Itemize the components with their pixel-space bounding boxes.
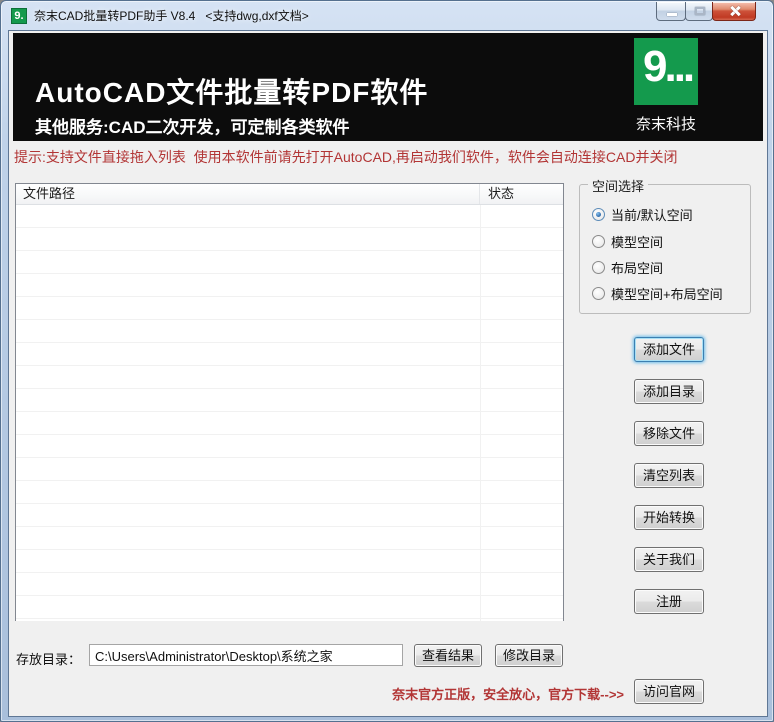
maximize-button[interactable] bbox=[685, 2, 713, 21]
file-list-header: 文件路径 状态 bbox=[16, 184, 563, 205]
app-subheadline: 其他服务:CAD二次开发，可定制各类软件 bbox=[35, 118, 350, 137]
close-button[interactable] bbox=[712, 2, 756, 21]
group-title: 空间选择 bbox=[588, 176, 649, 195]
add-directory-button[interactable]: 添加目录 bbox=[634, 379, 704, 404]
add-file-button[interactable]: 添加文件 bbox=[634, 337, 704, 362]
register-button[interactable]: 注册 bbox=[634, 589, 704, 614]
view-result-button[interactable]: 查看结果 bbox=[414, 644, 482, 667]
maximize-icon bbox=[695, 7, 705, 15]
radio-icon bbox=[592, 260, 605, 274]
usage-tip: 提示:支持文件直接拖入列表 使用本软件前请先打开AutoCAD,再启动我们软件，… bbox=[14, 149, 678, 165]
radio-current-default-space[interactable]: 当前/默认空间 bbox=[592, 206, 693, 223]
radio-icon bbox=[592, 286, 605, 300]
start-convert-button[interactable]: 开始转换 bbox=[634, 505, 704, 530]
close-icon bbox=[730, 6, 740, 16]
app-headline: AutoCAD文件批量转PDF软件 bbox=[35, 77, 429, 108]
client-area: AutoCAD文件批量转PDF软件 其他服务:CAD二次开发，可定制各类软件 9… bbox=[8, 30, 768, 717]
column-header-filepath[interactable]: 文件路径 bbox=[16, 184, 479, 204]
radio-label: 模型空间 bbox=[611, 234, 664, 250]
window-title: 奈末CAD批量转PDF助手 V8.4 <支持dwg,dxf文档> bbox=[34, 9, 309, 23]
remove-file-button[interactable]: 移除文件 bbox=[634, 421, 704, 446]
output-dir-label: 存放目录： bbox=[16, 652, 82, 667]
space-select-group: 空间选择 当前/默认空间 模型空间 布局空间 模型空间+布局空间 bbox=[579, 176, 751, 314]
file-list[interactable]: 文件路径 状态 bbox=[15, 183, 564, 621]
app-window: 9. 奈末CAD批量转PDF助手 V8.4 <支持dwg,dxf文档> Auto… bbox=[0, 0, 774, 722]
column-header-status[interactable]: 状态 bbox=[479, 184, 563, 204]
radio-label: 当前/默认空间 bbox=[611, 207, 693, 223]
radio-model-plus-layout-space[interactable]: 模型空间+布局空间 bbox=[592, 285, 723, 302]
modify-directory-button[interactable]: 修改目录 bbox=[495, 644, 563, 667]
window-controls bbox=[656, 2, 756, 21]
radio-icon bbox=[592, 234, 605, 248]
brand-name: 奈末科技 bbox=[635, 116, 696, 133]
brand-logo-icon: 9... bbox=[634, 38, 698, 105]
about-us-button[interactable]: 关于我们 bbox=[634, 547, 704, 572]
app-logo-icon: 9. bbox=[11, 8, 27, 24]
radio-icon bbox=[592, 207, 605, 221]
radio-label: 布局空间 bbox=[611, 260, 664, 276]
minimize-button[interactable] bbox=[656, 2, 686, 21]
radio-layout-space[interactable]: 布局空间 bbox=[592, 259, 664, 276]
file-list-body[interactable] bbox=[16, 205, 563, 621]
header-banner: AutoCAD文件批量转PDF软件 其他服务:CAD二次开发，可定制各类软件 9… bbox=[13, 33, 763, 141]
column-divider bbox=[480, 205, 481, 621]
official-download-promo: 奈末官方正版，安全放心，官方下载-->> bbox=[392, 687, 624, 702]
minimize-icon bbox=[667, 13, 677, 16]
titlebar[interactable]: 9. 奈末CAD批量转PDF助手 V8.4 <支持dwg,dxf文档> bbox=[2, 2, 772, 30]
clear-list-button[interactable]: 清空列表 bbox=[634, 463, 704, 488]
visit-website-button[interactable]: 访问官网 bbox=[634, 679, 704, 704]
radio-model-space[interactable]: 模型空间 bbox=[592, 233, 664, 250]
radio-label: 模型空间+布局空间 bbox=[611, 286, 723, 302]
output-dir-input[interactable] bbox=[89, 644, 403, 666]
